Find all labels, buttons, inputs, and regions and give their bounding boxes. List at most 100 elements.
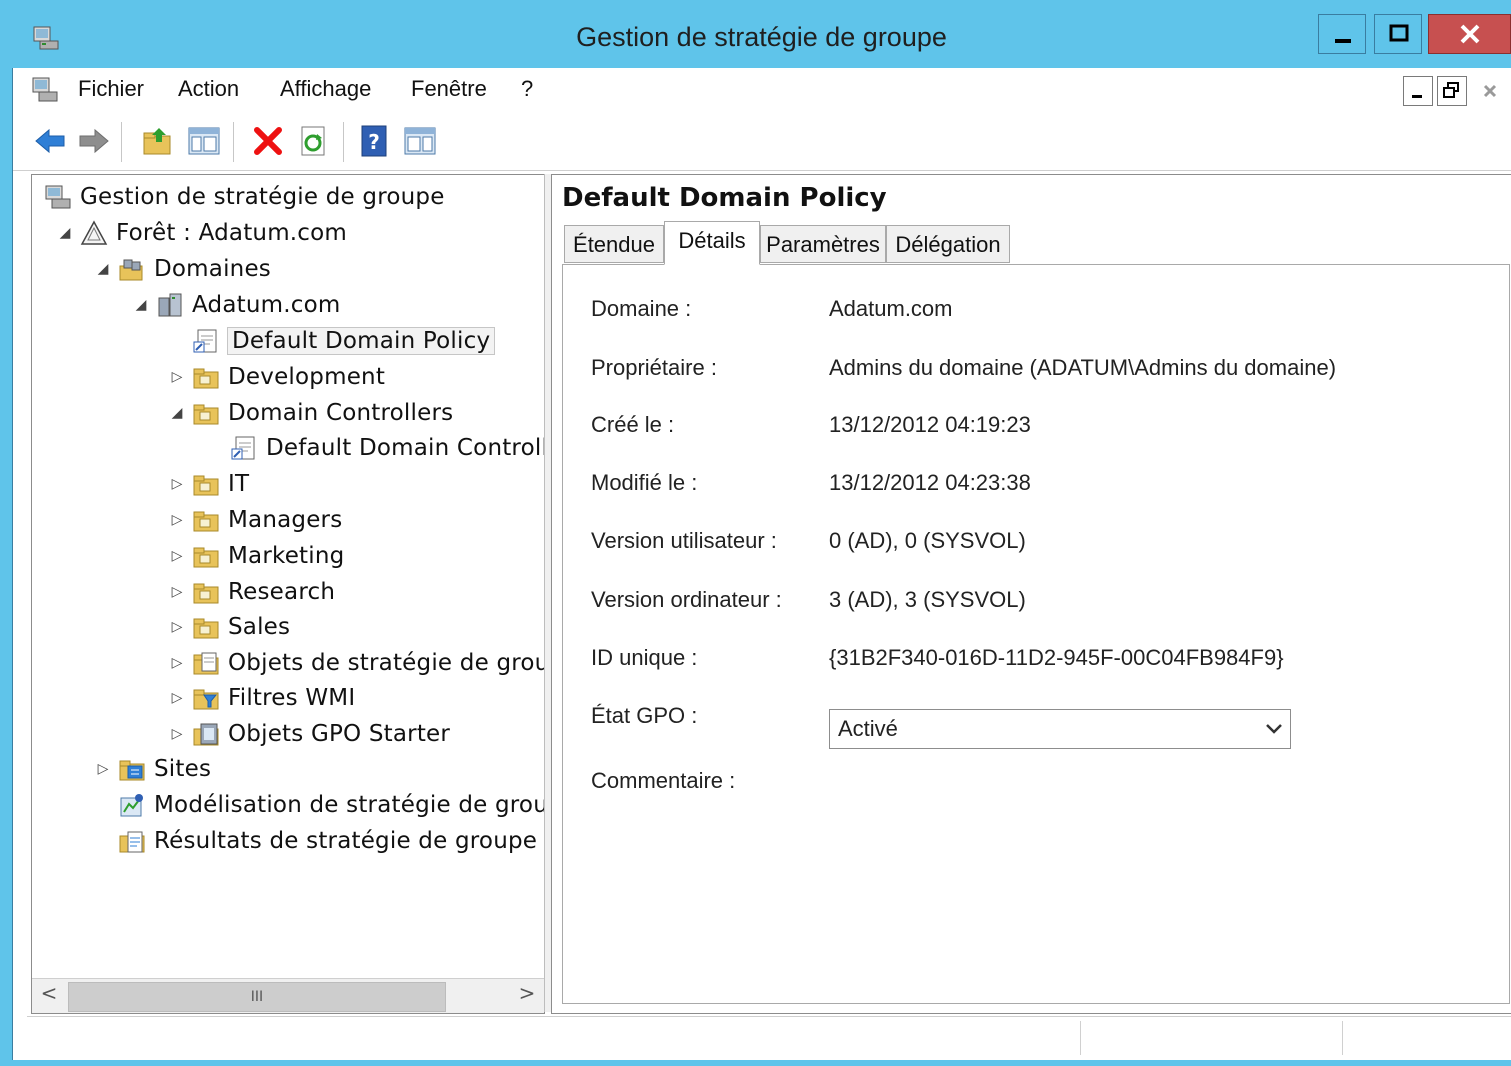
ou-folder-icon — [193, 583, 219, 604]
close-button[interactable] — [1428, 14, 1511, 54]
delete-icon[interactable] — [251, 124, 285, 158]
minimize-icon — [1335, 39, 1351, 43]
details-pane: Default Domain Policy Étendue Détails Pa… — [551, 174, 1511, 1014]
sites-icon — [119, 760, 145, 781]
tree-item[interactable]: Default Domain Policy — [168, 325, 496, 357]
tree-item-label: Forêt : Adatum.com — [116, 220, 348, 246]
tab-parametres[interactable]: Paramètres — [760, 225, 886, 263]
tree-item[interactable]: ▷ Marketing — [168, 540, 345, 572]
tree-item-label: Default Domain Controller — [266, 435, 545, 461]
tree-item[interactable]: ◢ Adatum.com — [132, 289, 341, 321]
expand-arrow-icon[interactable]: ▷ — [168, 619, 186, 635]
show-hide-tree-icon[interactable] — [187, 124, 221, 158]
horizontal-scrollbar[interactable]: < III > — [32, 978, 544, 1013]
tree-item[interactable]: ◢ Forêt : Adatum.com — [56, 217, 347, 249]
collapse-arrow-icon[interactable]: ◢ — [168, 405, 186, 421]
up-folder-icon[interactable] — [141, 124, 175, 158]
status-separator — [1080, 1021, 1081, 1055]
tree-item[interactable]: ◢ Domain Controllers — [168, 397, 453, 429]
tree-item[interactable]: ▷ Managers — [168, 504, 343, 536]
tree-item[interactable]: Résultats de stratégie de groupe — [94, 825, 537, 857]
gpo-link-icon — [193, 329, 217, 353]
gpo-link-icon — [231, 436, 255, 460]
status-separator — [1342, 1021, 1343, 1055]
tree-item[interactable]: ▷ Research — [168, 576, 335, 608]
expand-arrow-icon[interactable]: ▷ — [168, 548, 186, 564]
field-value: 3 (AD), 3 (SYSVOL) — [829, 587, 1026, 612]
menu-fenetre[interactable]: Fenêtre — [411, 76, 487, 102]
expand-arrow-icon[interactable]: ▷ — [168, 655, 186, 671]
expand-arrow-icon[interactable]: ▷ — [168, 369, 186, 385]
scroll-thumb[interactable]: III — [68, 982, 446, 1012]
collapse-arrow-icon[interactable]: ◢ — [94, 261, 112, 277]
tree-item-label: Objets de stratégie de groupe — [228, 650, 545, 676]
ou-folder-icon — [193, 368, 219, 389]
tree-item[interactable]: ▷ Objets GPO Starter — [168, 718, 450, 750]
menu-fichier[interactable]: Fichier — [78, 76, 144, 102]
tree-item-label: Development — [228, 364, 386, 390]
tree-item[interactable]: Gestion de stratégie de groupe — [38, 181, 445, 213]
field-label: Version utilisateur : — [591, 528, 777, 553]
mdi-close-button[interactable] — [1475, 76, 1505, 106]
tree-item-label: Managers — [228, 507, 343, 533]
expand-arrow-icon[interactable]: ▷ — [168, 726, 186, 742]
tree-item-label: Adatum.com — [192, 292, 341, 318]
status-bar — [27, 1016, 1511, 1057]
gpo-container-icon — [193, 652, 219, 675]
mdi-minimize-button[interactable] — [1403, 76, 1433, 106]
field-value: Adatum.com — [829, 296, 953, 321]
tree-item-label: Filtres WMI — [228, 685, 356, 711]
tree-item-label: Domain Controllers — [228, 400, 454, 426]
console-menu-icon[interactable] — [31, 76, 61, 104]
toolbar-separator — [233, 122, 234, 162]
menu-action[interactable]: Action — [178, 76, 239, 102]
comment-label: Commentaire : — [591, 768, 736, 793]
scroll-left-button[interactable]: < — [34, 981, 64, 1011]
tree-item-label: Sales — [228, 614, 291, 640]
domains-icon — [119, 259, 143, 281]
properties-pane-icon[interactable] — [403, 124, 437, 158]
console-icon — [45, 185, 71, 209]
tree-item[interactable]: Default Domain Controller — [206, 432, 545, 464]
gpo-status-select[interactable]: Activé — [829, 709, 1291, 749]
forest-icon — [80, 220, 108, 245]
tab-details[interactable]: Détails — [664, 221, 760, 265]
forward-arrow-icon[interactable] — [77, 124, 111, 158]
tree-item[interactable]: Modélisation de stratégie de groupe — [94, 789, 544, 821]
expand-arrow-icon[interactable]: ▷ — [168, 584, 186, 600]
maximize-button[interactable] — [1374, 14, 1422, 54]
collapse-arrow-icon[interactable]: ◢ — [132, 297, 150, 313]
menu-help[interactable]: ? — [521, 76, 533, 102]
menu-affichage[interactable]: Affichage — [280, 76, 371, 102]
field-value: {31B2F340-016D-11D2-945F-00C04FB984F9} — [829, 645, 1284, 670]
tree-item[interactable]: ▷ Filtres WMI — [168, 682, 356, 714]
back-arrow-icon[interactable] — [33, 124, 67, 158]
collapse-arrow-icon[interactable]: ◢ — [56, 225, 74, 241]
tab-delegation[interactable]: Délégation — [886, 225, 1010, 263]
tree-item[interactable]: ▷ Objets de stratégie de groupe — [168, 647, 545, 679]
minimize-button[interactable] — [1318, 14, 1366, 54]
gpo-title: Default Domain Policy — [562, 183, 887, 213]
ou-folder-icon — [193, 404, 219, 425]
tab-etendue[interactable]: Étendue — [564, 225, 664, 263]
tree-item-label: Objets GPO Starter — [228, 721, 451, 747]
tree-item[interactable]: ▷ IT — [168, 468, 249, 500]
expand-arrow-icon[interactable]: ▷ — [168, 690, 186, 706]
refresh-icon[interactable] — [297, 124, 331, 158]
expand-arrow-icon[interactable]: ▷ — [168, 512, 186, 528]
title-bar[interactable]: Gestion de stratégie de groupe — [12, 8, 1511, 68]
mdi-restore-button[interactable] — [1437, 76, 1467, 106]
scroll-right-button[interactable]: > — [512, 981, 542, 1011]
tree-item[interactable]: ▷ Sales — [168, 611, 290, 643]
tree-item[interactable]: ◢ Domaines — [94, 253, 271, 285]
tree-item[interactable]: ▷ Sites — [94, 753, 211, 785]
field-label: ID unique : — [591, 645, 698, 670]
console-tree[interactable]: Gestion de stratégie de groupe ◢ Forêt : A… — [31, 174, 545, 1014]
field-value: 0 (AD), 0 (SYSVOL) — [829, 528, 1026, 553]
help-icon[interactable]: ? — [357, 124, 391, 158]
expand-arrow-icon[interactable]: ▷ — [168, 476, 186, 492]
tree-item[interactable]: ▷ Development — [168, 361, 385, 393]
field-value: 13/12/2012 04:23:38 — [829, 470, 1031, 495]
expand-arrow-icon[interactable]: ▷ — [94, 761, 112, 777]
maximize-icon — [1389, 24, 1409, 42]
